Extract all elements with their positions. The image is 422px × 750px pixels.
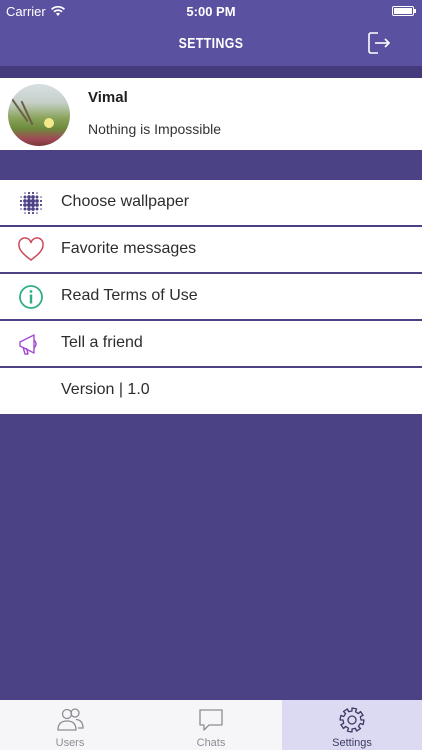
info-icon (19, 285, 43, 309)
battery-icon (392, 6, 416, 16)
tab-label: Users (55, 737, 85, 749)
menu-item-tell-a-friend[interactable]: Tell a friend (0, 321, 422, 368)
tab-bar: Users Chats Settings (0, 700, 422, 750)
menu-item-choose-wallpaper[interactable]: Choose wallpaper (0, 180, 422, 227)
tab-label: Settings (332, 737, 372, 749)
nav-bar: SETTINGS (0, 22, 422, 66)
users-icon (57, 708, 84, 731)
menu-item-label: Choose wallpaper (61, 193, 190, 210)
tab-settings[interactable]: Settings (282, 700, 422, 750)
heart-icon (18, 237, 44, 261)
avatar[interactable] (8, 84, 70, 146)
nav-divider (0, 66, 422, 78)
status-bar: Carrier 5:00 PM (0, 0, 422, 22)
menu-item-label: Tell a friend (61, 334, 143, 351)
menu-item-favorite-messages[interactable]: Favorite messages (0, 227, 422, 274)
tab-chats[interactable]: Chats (141, 700, 281, 750)
profile-status: Nothing is Impossible (88, 121, 222, 137)
megaphone-icon (19, 334, 37, 355)
menu-item-terms-of-use[interactable]: Read Terms of Use (0, 274, 422, 321)
section-divider (0, 150, 422, 180)
menu-item-version: Version | 1.0 (0, 368, 422, 414)
profile-card[interactable]: Vimal Nothing is Impossible (0, 78, 422, 150)
page-title: SETTINGS (178, 35, 244, 52)
menu-item-label: Favorite messages (61, 240, 197, 257)
tab-users[interactable]: Users (0, 700, 140, 750)
profile-name: Vimal (88, 89, 128, 106)
chat-bubble-icon (199, 709, 223, 731)
version-label: Version | 1.0 (61, 381, 150, 398)
tab-label: Chats (196, 737, 226, 749)
status-time: 5:00 PM (186, 4, 236, 19)
dots-grid-icon (19, 191, 43, 215)
gear-icon (339, 707, 365, 733)
menu-item-label: Read Terms of Use (61, 287, 198, 304)
settings-menu: Choose wallpaper Favorite messages Read … (0, 180, 422, 414)
logout-icon[interactable] (366, 30, 392, 56)
